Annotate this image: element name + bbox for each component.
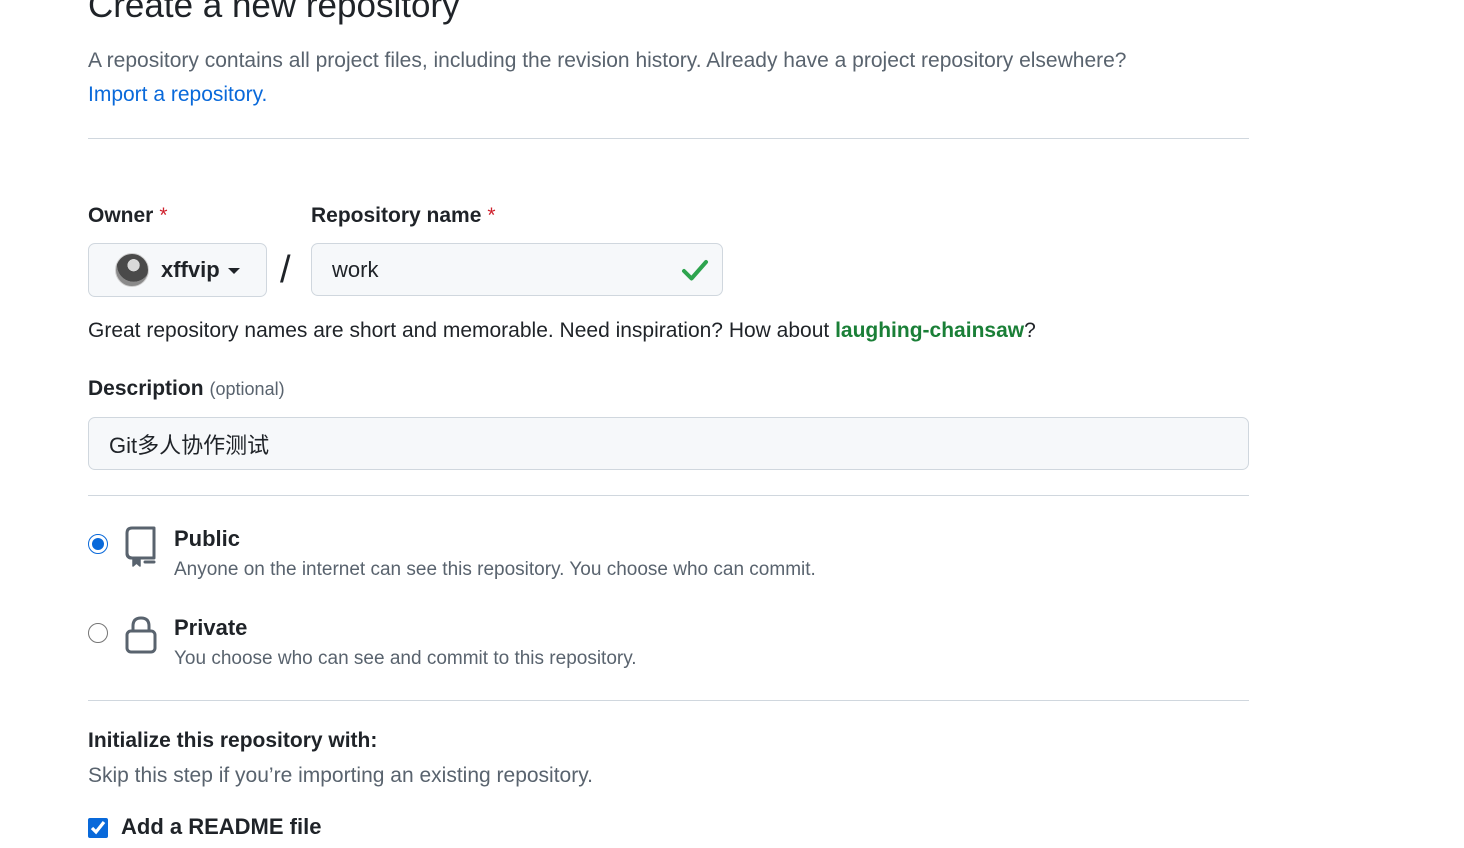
lock-icon [125,616,157,654]
check-icon [682,260,708,281]
repository-name-hint: Great repository names are short and mem… [88,316,1036,346]
visibility-public-title: Public [174,526,241,551]
create-repository-page: Create a new repository A repository con… [0,0,1464,848]
description-label: Description (optional) [88,377,285,401]
hint-text: Great repository names are short and mem… [88,319,836,342]
add-readme-label[interactable]: Add a README file [121,814,321,840]
page-subtitle: A repository contains all project files,… [88,44,1258,112]
page-title: Create a new repository [88,0,460,25]
required-mark: * [487,204,496,227]
repository-name-label: Repository name * [311,204,496,228]
repo-book-icon [125,526,156,567]
divider [88,700,1249,701]
owner-label-text: Owner [88,204,154,227]
owner-dropdown[interactable]: xffvip [88,243,267,297]
owner-label: Owner * [88,204,168,228]
visibility-private-title: Private [174,615,248,640]
owner-name: xffvip [161,257,220,282]
required-mark: * [159,204,168,227]
hint-suffix: ? [1024,319,1036,342]
description-input[interactable] [88,417,1249,470]
subtitle-text: A repository contains all project files,… [88,49,1127,72]
repository-name-input[interactable] [311,243,723,296]
initialize-section-description: Skip this step if you’re importing an ex… [88,764,594,787]
visibility-private-radio[interactable] [88,623,108,643]
visibility-public-radio[interactable] [88,534,108,554]
description-label-text: Description [88,377,204,400]
divider [88,138,1249,139]
repository-name-label-text: Repository name [311,204,482,227]
owner-repo-separator: / [280,249,291,291]
initialize-section-title: Initialize this repository with: [88,729,378,752]
add-readme-checkbox[interactable] [88,818,108,838]
avatar [115,253,149,287]
optional-tag: (optional) [209,379,285,399]
name-suggestion-link[interactable]: laughing-chainsaw [835,319,1024,342]
visibility-public-description: Anyone on the internet can see this repo… [174,559,816,580]
import-repository-link[interactable]: Import a repository. [88,83,267,106]
visibility-private-description: You choose who can see and commit to thi… [174,648,637,669]
divider [88,495,1249,496]
chevron-down-icon [227,268,240,274]
